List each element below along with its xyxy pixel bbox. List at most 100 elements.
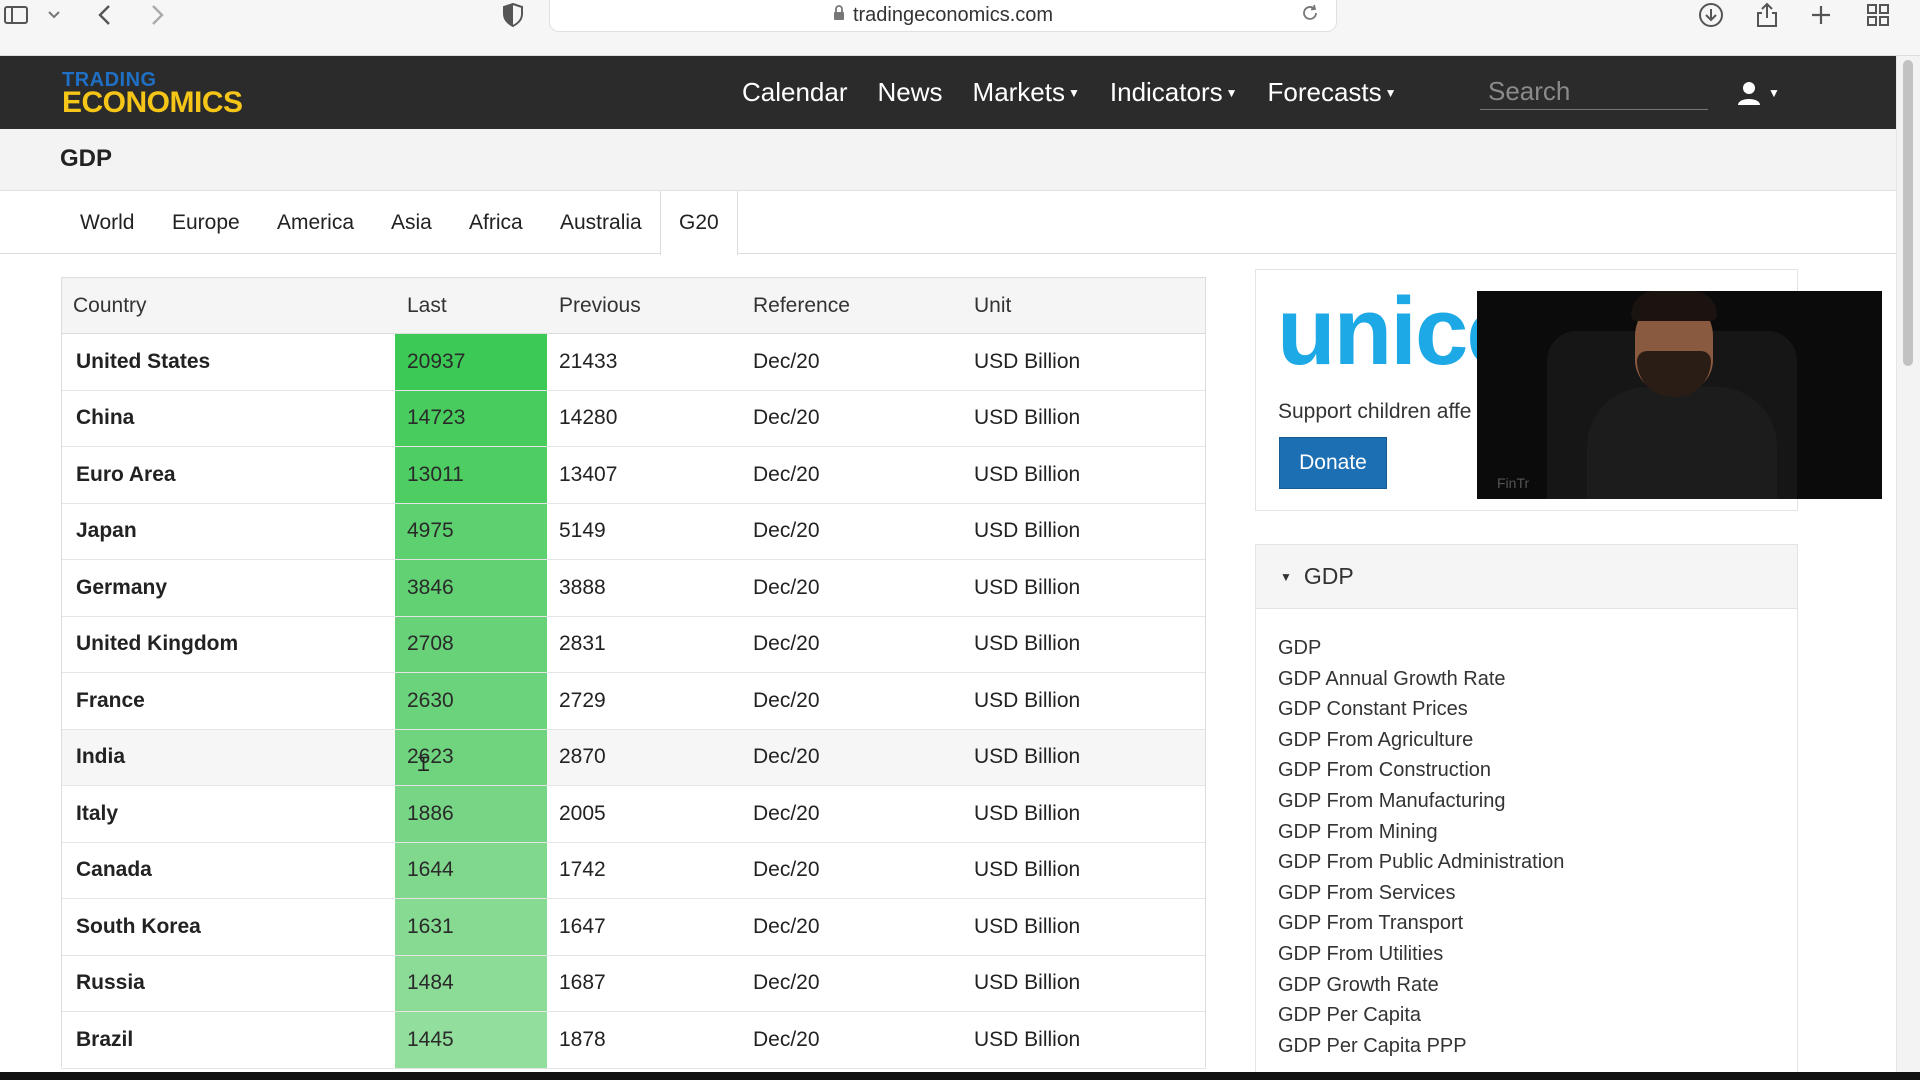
table-row[interactable]: India 2623 2870 Dec/20 USD Billion — [61, 729, 1206, 786]
cell-previous: 1742 — [547, 842, 741, 899]
caret-down-icon: ▼ — [1225, 85, 1238, 100]
cell-country[interactable]: South Korea — [61, 898, 395, 956]
cell-previous: 1647 — [547, 898, 741, 956]
table-row[interactable]: Italy 1886 2005 Dec/20 USD Billion — [61, 785, 1206, 843]
nav-markets[interactable]: Markets ▼ — [973, 77, 1080, 108]
header-last[interactable]: Last — [395, 277, 547, 334]
panel-link[interactable]: GDP From Utilities — [1278, 939, 1797, 970]
panel-link[interactable]: GDP From Public Administration — [1278, 847, 1797, 878]
table-row[interactable]: France 2630 2729 Dec/20 USD Billion — [61, 672, 1206, 730]
tab-g20[interactable]: G20 — [660, 191, 738, 255]
nav-markets-label: Markets — [972, 77, 1065, 107]
table-row[interactable]: South Korea 1631 1647 Dec/20 USD Billion — [61, 898, 1206, 956]
cell-country[interactable]: France — [61, 672, 395, 730]
panel-link[interactable]: GDP From Construction — [1278, 755, 1797, 786]
tab-overview-icon[interactable] — [1864, 0, 1892, 30]
sidebar-icon[interactable] — [0, 0, 32, 30]
chevron-down-icon[interactable] — [44, 0, 64, 30]
address-bar[interactable]: tradingeconomics.com — [549, 0, 1337, 32]
cell-reference: Dec/20 — [741, 672, 962, 730]
new-tab-icon[interactable] — [1808, 0, 1834, 30]
cell-previous: 2005 — [547, 785, 741, 843]
cell-previous: 14280 — [547, 390, 741, 447]
user-icon — [1738, 82, 1760, 105]
header-unit[interactable]: Unit — [962, 277, 1206, 334]
panel-link[interactable]: GDP Per Capita — [1278, 1000, 1797, 1031]
cell-previous: 2831 — [547, 616, 741, 673]
table-row[interactable]: Germany 3846 3888 Dec/20 USD Billion — [61, 559, 1206, 617]
panel-link[interactable]: GDP — [1278, 633, 1797, 664]
table-row[interactable]: Russia 1484 1687 Dec/20 USD Billion — [61, 955, 1206, 1012]
table-row[interactable]: China 14723 14280 Dec/20 USD Billion — [61, 390, 1206, 447]
cell-reference: Dec/20 — [741, 333, 962, 391]
cell-last: 3846 — [395, 559, 547, 617]
user-menu[interactable]: ▼ — [1736, 78, 1780, 108]
cell-country[interactable]: Canada — [61, 842, 395, 899]
share-icon[interactable] — [1752, 0, 1782, 30]
forward-icon[interactable] — [146, 0, 170, 30]
back-icon[interactable] — [92, 0, 116, 30]
cell-country[interactable]: Euro Area — [61, 446, 395, 504]
header-country[interactable]: Country — [61, 277, 395, 334]
nav-news[interactable]: News — [878, 77, 943, 108]
cell-reference: Dec/20 — [741, 616, 962, 673]
cell-previous: 3888 — [547, 559, 741, 617]
cell-country[interactable]: Germany — [61, 559, 395, 617]
panel-link[interactable]: GDP Constant Prices — [1278, 694, 1797, 725]
table-row[interactable]: Japan 4975 5149 Dec/20 USD Billion — [61, 503, 1206, 560]
cell-country[interactable]: Japan — [61, 503, 395, 560]
panel-link[interactable]: GDP Per Capita PPP — [1278, 1031, 1797, 1062]
cell-country[interactable]: China — [61, 390, 395, 447]
cell-reference: Dec/20 — [741, 898, 962, 956]
shield-icon[interactable] — [500, 0, 526, 30]
download-icon[interactable] — [1696, 0, 1726, 30]
cell-unit: USD Billion — [962, 898, 1206, 956]
table-row[interactable]: Canada 1644 1742 Dec/20 USD Billion — [61, 842, 1206, 899]
page-title: GDP — [60, 145, 113, 172]
panel-link[interactable]: GDP From Manufacturing — [1278, 786, 1797, 817]
table-row[interactable]: Brazil 1445 1878 Dec/20 USD Billion — [61, 1011, 1206, 1069]
nav-indicators[interactable]: Indicators ▼ — [1110, 77, 1238, 108]
table-row[interactable]: United Kingdom 2708 2831 Dec/20 USD Billion — [61, 616, 1206, 673]
cell-country[interactable]: Brazil — [61, 1011, 395, 1069]
donate-button[interactable]: Donate — [1279, 437, 1387, 489]
panel-link[interactable]: GDP From Agriculture — [1278, 725, 1797, 756]
cell-country[interactable]: Russia — [61, 955, 395, 1012]
tab-europe[interactable]: Europe — [154, 191, 258, 254]
nav-forecasts[interactable]: Forecasts ▼ — [1268, 77, 1397, 108]
tab-africa[interactable]: Africa — [451, 191, 541, 254]
site-navbar: TRADING ECONOMICS Calendar News Markets ▼… — [0, 56, 1896, 129]
panel-header[interactable]: ▼ GDP — [1256, 545, 1797, 609]
table-row[interactable]: Euro Area 13011 13407 Dec/20 USD Billion — [61, 446, 1206, 504]
header-reference[interactable]: Reference — [741, 277, 962, 334]
search-input[interactable]: Search — [1480, 74, 1708, 110]
tab-world[interactable]: World — [62, 191, 152, 254]
table-row[interactable]: United States 20937 21433 Dec/20 USD Billion — [61, 333, 1206, 391]
reload-icon[interactable] — [1300, 3, 1320, 29]
tab-america[interactable]: America — [259, 191, 372, 254]
main-nav: Calendar News Markets ▼ Indicators ▼ Forec… — [742, 56, 1427, 129]
webcam-overlay: FinTr — [1477, 291, 1882, 499]
panel-link[interactable]: GDP Growth Rate — [1278, 970, 1797, 1001]
panel-link[interactable]: GDP Annual Growth Rate — [1278, 664, 1797, 695]
panel-link[interactable]: GDP From Transport — [1278, 908, 1797, 939]
url-text: tradingeconomics.com — [852, 4, 1054, 26]
header-previous[interactable]: Previous — [547, 277, 741, 334]
panel-link[interactable]: GDP From Services — [1278, 878, 1797, 909]
cell-country[interactable]: India — [61, 729, 395, 786]
cell-last: 2708 — [395, 616, 547, 673]
tab-asia[interactable]: Asia — [373, 191, 450, 254]
site-logo[interactable]: TRADING ECONOMICS — [62, 70, 262, 118]
panel-link-list: GDP GDP Annual Growth Rate GDP Constant Pr… — [1256, 609, 1797, 1061]
panel-link[interactable]: GDP From Mining — [1278, 817, 1797, 848]
scrollbar-thumb[interactable] — [1903, 60, 1913, 366]
cell-country[interactable]: United States — [61, 333, 395, 391]
cell-last: 1644 — [395, 842, 547, 899]
tab-australia[interactable]: Australia — [542, 191, 660, 254]
cell-last: 20937 — [395, 333, 547, 391]
cell-previous: 2870 — [547, 729, 741, 786]
cell-reference: Dec/20 — [741, 955, 962, 1012]
cell-country[interactable]: Italy — [61, 785, 395, 843]
cell-country[interactable]: United Kingdom — [61, 616, 395, 673]
nav-calendar[interactable]: Calendar — [742, 77, 848, 108]
